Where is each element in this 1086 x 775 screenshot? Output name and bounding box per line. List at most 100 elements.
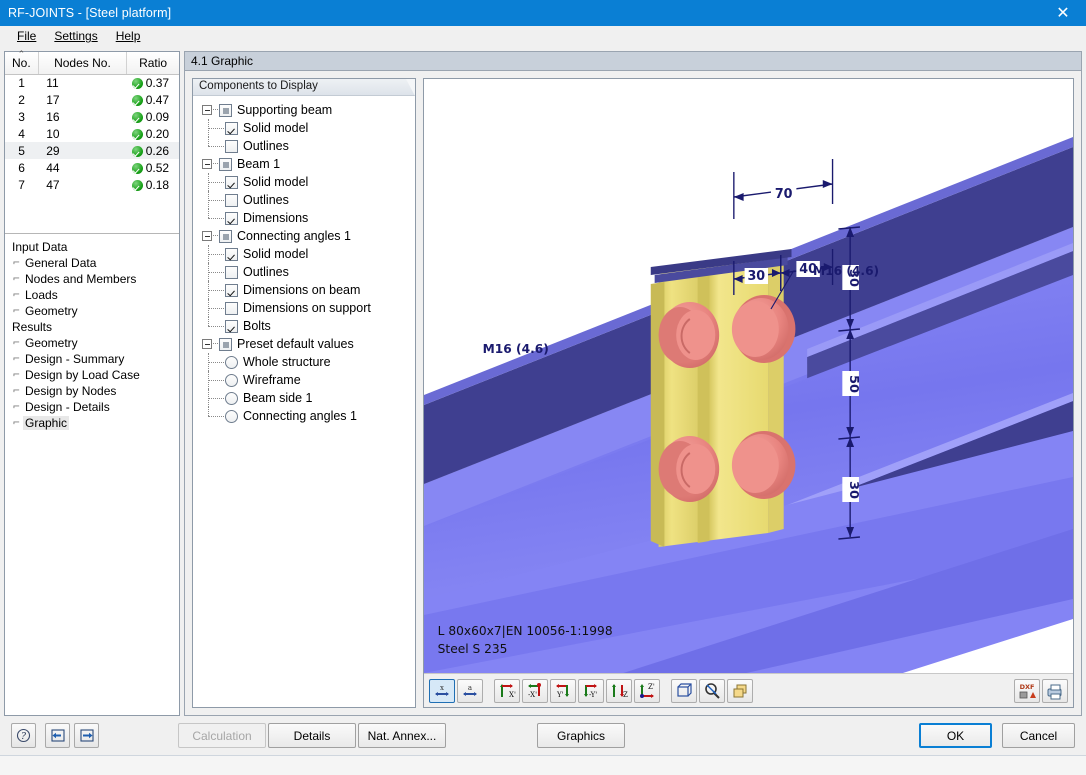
- nav-item-graphic[interactable]: ⌐ Graphic: [11, 415, 179, 431]
- view-neg-yprime-button[interactable]: -Y': [578, 678, 604, 703]
- radio-connecting-angles-1[interactable]: [225, 410, 238, 423]
- nav-item-design-details[interactable]: ⌐ Design - Details: [11, 399, 179, 415]
- component-item-outlines[interactable]: Outlines: [193, 137, 415, 155]
- nav-item-design-by-nodes[interactable]: ⌐ Design by Nodes: [11, 383, 179, 399]
- component-item-outlines[interactable]: Outlines: [193, 263, 415, 281]
- table-row[interactable]: 5 29 0.26: [5, 142, 179, 159]
- material-info-label: Steel S 235: [438, 642, 508, 656]
- checkbox-solid-model[interactable]: [225, 122, 238, 135]
- view-zprime-button[interactable]: Z': [606, 678, 632, 703]
- cell-ratio: 0.52: [127, 159, 179, 176]
- dxf-export-button[interactable]: DXF: [1014, 678, 1040, 703]
- component-group-connecting-angles-1[interactable]: Connecting angles 1: [193, 227, 415, 245]
- ok-button[interactable]: OK: [919, 723, 992, 748]
- component-item-connecting-angles-1[interactable]: Connecting angles 1: [193, 407, 415, 425]
- component-item-dimensions-on-beam[interactable]: Dimensions on beam: [193, 281, 415, 299]
- navigation-tree[interactable]: Input Data ⌐ General Data ⌐ Nodes and Member…: [5, 234, 179, 715]
- checkbox-outlines[interactable]: [225, 140, 238, 153]
- group-checkbox[interactable]: [219, 338, 232, 351]
- print-button[interactable]: [1042, 678, 1068, 703]
- component-item-wireframe[interactable]: Wireframe: [193, 371, 415, 389]
- radio-beam-side-1[interactable]: [225, 392, 238, 405]
- checkbox-dimensions[interactable]: [225, 212, 238, 225]
- components-tree[interactable]: Supporting beam Solid model Outlines Beam 1…: [193, 96, 415, 425]
- checkbox-dimensions-on-beam[interactable]: [225, 284, 238, 297]
- table-row[interactable]: 6 44 0.52: [5, 159, 179, 176]
- column-header-no[interactable]: ⌃ No.: [5, 51, 39, 75]
- component-item-label: Dimensions on beam: [243, 283, 361, 297]
- component-item-dimensions-on-support[interactable]: Dimensions on support: [193, 299, 415, 317]
- component-item-label: Outlines: [243, 193, 289, 207]
- checkbox-bolts[interactable]: [225, 320, 238, 333]
- next-icon[interactable]: [74, 723, 99, 748]
- graphics-button[interactable]: Graphics: [537, 723, 625, 748]
- cancel-button[interactable]: Cancel: [1002, 723, 1075, 748]
- graphic-viewport[interactable]: 70 30 40 30 50 30 M16 (4.6) M16 (4.6) L …: [423, 78, 1074, 708]
- component-item-whole-structure[interactable]: Whole structure: [193, 353, 415, 371]
- view-a-button[interactable]: a: [457, 678, 483, 703]
- table-row[interactable]: 2 17 0.47: [5, 91, 179, 108]
- collapse-expander-icon[interactable]: [202, 339, 212, 349]
- view-isometric-button[interactable]: [671, 678, 697, 703]
- view-neg-xprime-button[interactable]: -X': [522, 678, 548, 703]
- collapse-expander-icon[interactable]: [202, 105, 212, 115]
- previous-icon[interactable]: [45, 723, 70, 748]
- nav-item-geometry[interactable]: ⌐ Geometry: [11, 303, 179, 319]
- radio-whole-structure[interactable]: [225, 356, 238, 369]
- component-item-beam-side-1[interactable]: Beam side 1: [193, 389, 415, 407]
- menu-item-settings[interactable]: Settings: [45, 27, 106, 45]
- menu-item-help[interactable]: Help: [107, 27, 150, 45]
- table-row[interactable]: 4 10 0.20: [5, 125, 179, 142]
- table-row[interactable]: 3 16 0.09: [5, 108, 179, 125]
- component-group-preset-default-values[interactable]: Preset default values: [193, 335, 415, 353]
- group-checkbox[interactable]: [219, 158, 232, 171]
- cell-nodes: 11: [46, 75, 59, 90]
- collapse-expander-icon[interactable]: [202, 159, 212, 169]
- svg-text:DXF: DXF: [1020, 683, 1035, 691]
- checkbox-outlines[interactable]: [225, 266, 238, 279]
- render-scene[interactable]: 70 30 40 30 50 30 M16 (4.6) M16 (4.6) L …: [424, 79, 1073, 673]
- menu-item-file[interactable]: File: [8, 27, 45, 45]
- component-item-outlines[interactable]: Outlines: [193, 191, 415, 209]
- nav-item-geometry[interactable]: ⌐ Geometry: [11, 335, 179, 351]
- zoom-reset-button[interactable]: [699, 678, 725, 703]
- table-row[interactable]: 7 47 0.18: [5, 176, 179, 193]
- collapse-expander-icon[interactable]: [202, 231, 212, 241]
- table-row[interactable]: 1 11 0.37: [5, 74, 179, 91]
- view-axes-button[interactable]: Z': [634, 678, 660, 703]
- view-yprime-button[interactable]: Y': [550, 678, 576, 703]
- nav-item-label: Loads: [25, 288, 58, 302]
- nav-item-loads[interactable]: ⌐ Loads: [11, 287, 179, 303]
- component-item-solid-model[interactable]: Solid model: [193, 119, 415, 137]
- component-item-dimensions[interactable]: Dimensions: [193, 209, 415, 227]
- nav-item-design-summary[interactable]: ⌐ Design - Summary: [11, 351, 179, 367]
- calculation-button[interactable]: Calculation: [178, 723, 266, 748]
- nat-annex-button[interactable]: Nat. Annex...: [358, 723, 446, 748]
- nav-item-nodes-and-members[interactable]: ⌐ Nodes and Members: [11, 271, 179, 287]
- layers-button[interactable]: [727, 678, 753, 703]
- tree-guide-icon: [208, 326, 224, 327]
- component-item-bolts[interactable]: Bolts: [193, 317, 415, 335]
- checkbox-solid-model[interactable]: [225, 248, 238, 261]
- nodes-ratio-table[interactable]: ⌃ No. Nodes No. Ratio 1 11 0.37 2 17 0.47 3 16 0…: [5, 51, 179, 234]
- tree-guide-icon: [208, 317, 209, 326]
- component-item-solid-model[interactable]: Solid model: [193, 245, 415, 263]
- checkbox-solid-model[interactable]: [225, 176, 238, 189]
- column-header-ratio[interactable]: Ratio: [126, 52, 179, 75]
- component-item-solid-model[interactable]: Solid model: [193, 173, 415, 191]
- radio-wireframe[interactable]: [225, 374, 238, 387]
- component-group-beam-1[interactable]: Beam 1: [193, 155, 415, 173]
- view-x-button[interactable]: x: [429, 678, 455, 703]
- view-xprime-button[interactable]: X': [494, 678, 520, 703]
- close-icon[interactable]: ✕: [1040, 0, 1086, 26]
- group-checkbox[interactable]: [219, 104, 232, 117]
- component-group-supporting-beam[interactable]: Supporting beam: [193, 101, 415, 119]
- group-checkbox[interactable]: [219, 230, 232, 243]
- nav-item-design-by-load-case[interactable]: ⌐ Design by Load Case: [11, 367, 179, 383]
- column-header-nodes[interactable]: Nodes No.: [38, 52, 128, 75]
- nav-item-general-data[interactable]: ⌐ General Data: [11, 255, 179, 271]
- checkbox-dimensions-on-support[interactable]: [225, 302, 238, 315]
- help-icon[interactable]: ?: [11, 723, 36, 748]
- checkbox-outlines[interactable]: [225, 194, 238, 207]
- details-button[interactable]: Details: [268, 723, 356, 748]
